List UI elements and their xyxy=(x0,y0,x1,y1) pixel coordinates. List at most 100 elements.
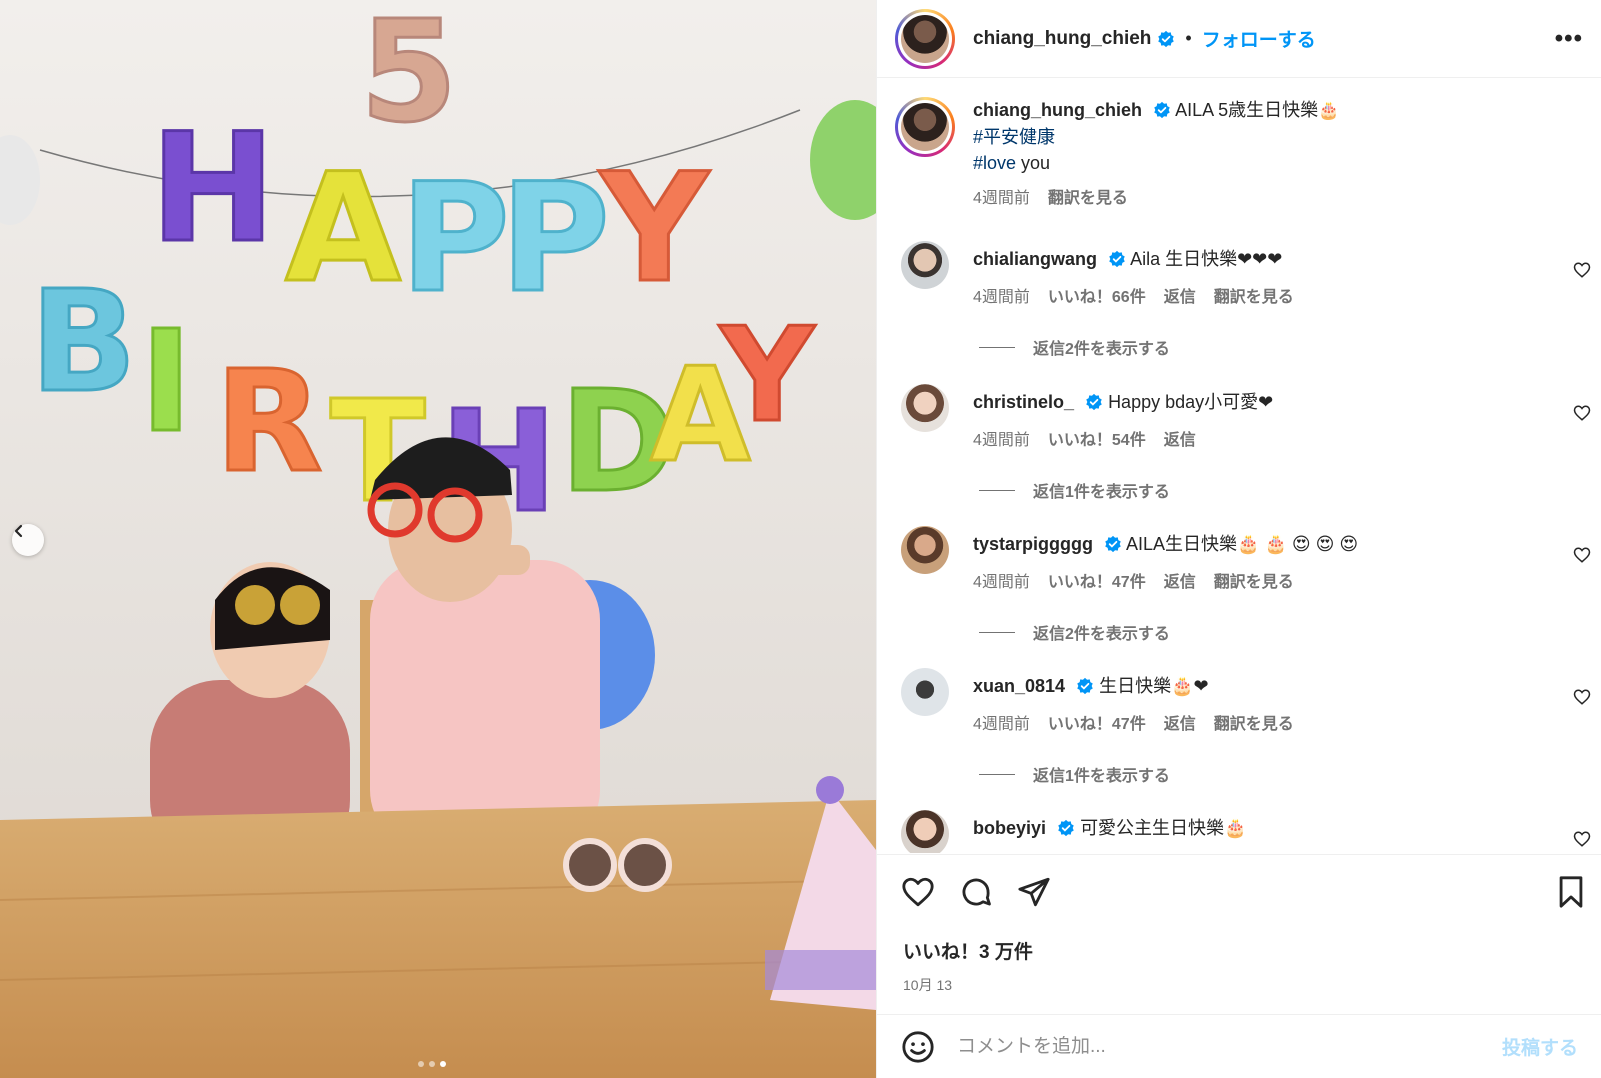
more-options-icon[interactable]: ••• xyxy=(1555,25,1583,53)
view-replies-label: 返信1件を表示する xyxy=(1033,768,1170,785)
post-caption: chiang_hung_chieh AILA 5歳生日快樂🎂 #平安健康 #lo… xyxy=(895,97,1339,212)
comment-likes[interactable]: いいね！47件 xyxy=(1048,710,1146,734)
comment-text: AILA生日快樂🎂 🎂 😍 😍 😍 xyxy=(1126,534,1359,554)
verified-badge-icon xyxy=(1109,250,1125,268)
translate-link[interactable]: 翻訳を見る xyxy=(1214,283,1294,307)
like-heart-icon[interactable] xyxy=(1573,546,1591,564)
divider-line xyxy=(979,631,1015,633)
caption-avatar[interactable] xyxy=(895,97,955,157)
caption-username[interactable]: chiang_hung_chieh xyxy=(973,100,1142,120)
hashtag-link[interactable]: #平安健康 xyxy=(973,124,1339,150)
emoji-picker-icon[interactable] xyxy=(901,1030,935,1064)
commenter-avatar[interactable] xyxy=(901,668,949,716)
verified-badge-icon xyxy=(1154,101,1170,119)
comments-list[interactable]: chiang_hung_chieh AILA 5歳生日快樂🎂 #平安健康 #lo… xyxy=(877,79,1601,853)
avatar-image xyxy=(901,103,949,151)
commenter-avatar[interactable] xyxy=(901,810,949,853)
reply-button[interactable]: 返信 xyxy=(1164,426,1196,450)
svg-text:Y: Y xyxy=(598,142,711,316)
comment-likes[interactable]: いいね！66件 xyxy=(1048,283,1146,307)
comment-username[interactable]: xuan_0814 xyxy=(973,676,1065,696)
add-comment-bar: 投稿する xyxy=(877,1014,1601,1078)
comment-text: 可愛公主生日快樂🎂 xyxy=(1080,818,1247,838)
svg-text:R: R xyxy=(215,341,323,504)
comment-text: Aila 生日快樂❤❤❤ xyxy=(1130,249,1283,269)
commenter-avatar[interactable] xyxy=(901,241,949,289)
caption-text: you xyxy=(1016,153,1051,173)
divider-line xyxy=(979,489,1015,491)
share-paper-plane-icon[interactable] xyxy=(1017,875,1051,909)
view-replies-button[interactable]: 返信2件を表示する xyxy=(979,335,1170,359)
svg-text:P: P xyxy=(500,152,610,326)
timestamp: 4週間前 xyxy=(973,289,1030,306)
comment-bubble-icon[interactable] xyxy=(959,875,993,909)
chevron-left-icon xyxy=(14,524,23,538)
post-side-panel: chiang_hung_chieh • フォローする ••• chiang_hu… xyxy=(876,0,1601,1078)
translate-link[interactable]: 翻訳を見る xyxy=(1214,568,1294,592)
carousel-prev-button[interactable] xyxy=(12,524,44,556)
post-header: chiang_hung_chieh • フォローする ••• xyxy=(877,0,1601,78)
author-username[interactable]: chiang_hung_chieh xyxy=(973,28,1151,50)
carousel-dot-active xyxy=(440,1061,446,1067)
comment-username[interactable]: bobeyiyi xyxy=(973,818,1046,838)
reply-button[interactable]: 返信 xyxy=(1164,283,1196,307)
carousel-dot xyxy=(418,1061,424,1067)
like-heart-icon[interactable] xyxy=(1573,830,1591,848)
comment-username[interactable]: tystarpiggggg xyxy=(973,534,1093,554)
caption-body: chiang_hung_chieh AILA 5歳生日快樂🎂 #平安健康 #lo… xyxy=(973,97,1339,212)
svg-text:B: B xyxy=(30,261,137,424)
comment-input[interactable] xyxy=(957,1035,1502,1058)
view-replies-label: 返信1件を表示する xyxy=(1033,484,1170,501)
like-heart-icon[interactable] xyxy=(1573,261,1591,279)
comment-text: Happy bday小可愛❤ xyxy=(1108,392,1274,412)
hashtag-link[interactable]: #love xyxy=(973,153,1016,173)
comment-likes[interactable]: いいね！47件 xyxy=(1048,568,1146,592)
svg-text:P: P xyxy=(400,152,510,326)
translate-link[interactable]: 翻訳を見る xyxy=(1048,186,1128,212)
post-actions: いいね！3 万件 10月 13 xyxy=(877,854,1601,1014)
view-replies-button[interactable]: 返信1件を表示する xyxy=(979,478,1170,502)
comment-likes[interactable]: いいね！54件 xyxy=(1048,426,1146,450)
verified-badge-icon xyxy=(1086,393,1102,411)
carousel-dot xyxy=(429,1061,435,1067)
comment-username[interactable]: chialiangwang xyxy=(973,249,1097,269)
commenter-avatar[interactable] xyxy=(901,526,949,574)
like-heart-icon[interactable] xyxy=(1573,404,1591,422)
like-heart-icon[interactable] xyxy=(901,875,935,909)
timestamp: 4週間前 xyxy=(973,574,1030,591)
svg-text:H: H xyxy=(150,102,276,276)
cake-emoji-icon: 🎂 xyxy=(1318,101,1340,120)
svg-text:Y: Y xyxy=(718,299,816,451)
verified-badge-icon xyxy=(1058,819,1074,837)
verified-badge-icon xyxy=(1105,535,1121,553)
verified-badge-icon xyxy=(1158,30,1175,47)
commenter-avatar[interactable] xyxy=(901,384,949,432)
follow-button[interactable]: フォローする xyxy=(1202,25,1316,52)
post-photo[interactable]: H A P P Y B I R T H D A Y 5 xyxy=(0,0,876,1078)
svg-text:I: I xyxy=(140,301,192,464)
bookmark-icon[interactable] xyxy=(1554,875,1588,909)
comment-username[interactable]: christinelo_ xyxy=(973,392,1074,412)
reply-button[interactable]: 返信 xyxy=(1164,568,1196,592)
comment-text: 生日快樂🎂❤ xyxy=(1099,676,1209,696)
view-replies-button[interactable]: 返信1件を表示する xyxy=(979,762,1170,786)
view-replies-label: 返信2件を表示する xyxy=(1033,626,1170,643)
view-replies-button[interactable]: 返信2件を表示する xyxy=(979,620,1170,644)
like-heart-icon[interactable] xyxy=(1573,688,1591,706)
post-comment-button[interactable]: 投稿する xyxy=(1502,1033,1578,1060)
reply-button[interactable]: 返信 xyxy=(1164,710,1196,734)
divider-line xyxy=(979,346,1015,348)
divider-line xyxy=(979,773,1015,775)
carousel-indicator xyxy=(418,1061,446,1067)
timestamp: 4週間前 xyxy=(973,190,1030,207)
caption-text: AILA 5歳生日快樂 xyxy=(1175,100,1319,120)
translate-link[interactable]: 翻訳を見る xyxy=(1214,710,1294,734)
verified-badge-icon xyxy=(1077,677,1093,695)
post-date: 10月 13 xyxy=(903,977,953,993)
likes-count[interactable]: いいね！3 万件 xyxy=(903,937,1033,964)
birthday-photo-illustration: H A P P Y B I R T H D A Y 5 xyxy=(0,0,876,1078)
timestamp: 4週間前 xyxy=(973,432,1030,449)
caption-meta: 4週間前 翻訳を見る xyxy=(973,186,1339,212)
author-avatar[interactable] xyxy=(895,8,955,69)
view-replies-label: 返信2件を表示する xyxy=(1033,341,1170,358)
